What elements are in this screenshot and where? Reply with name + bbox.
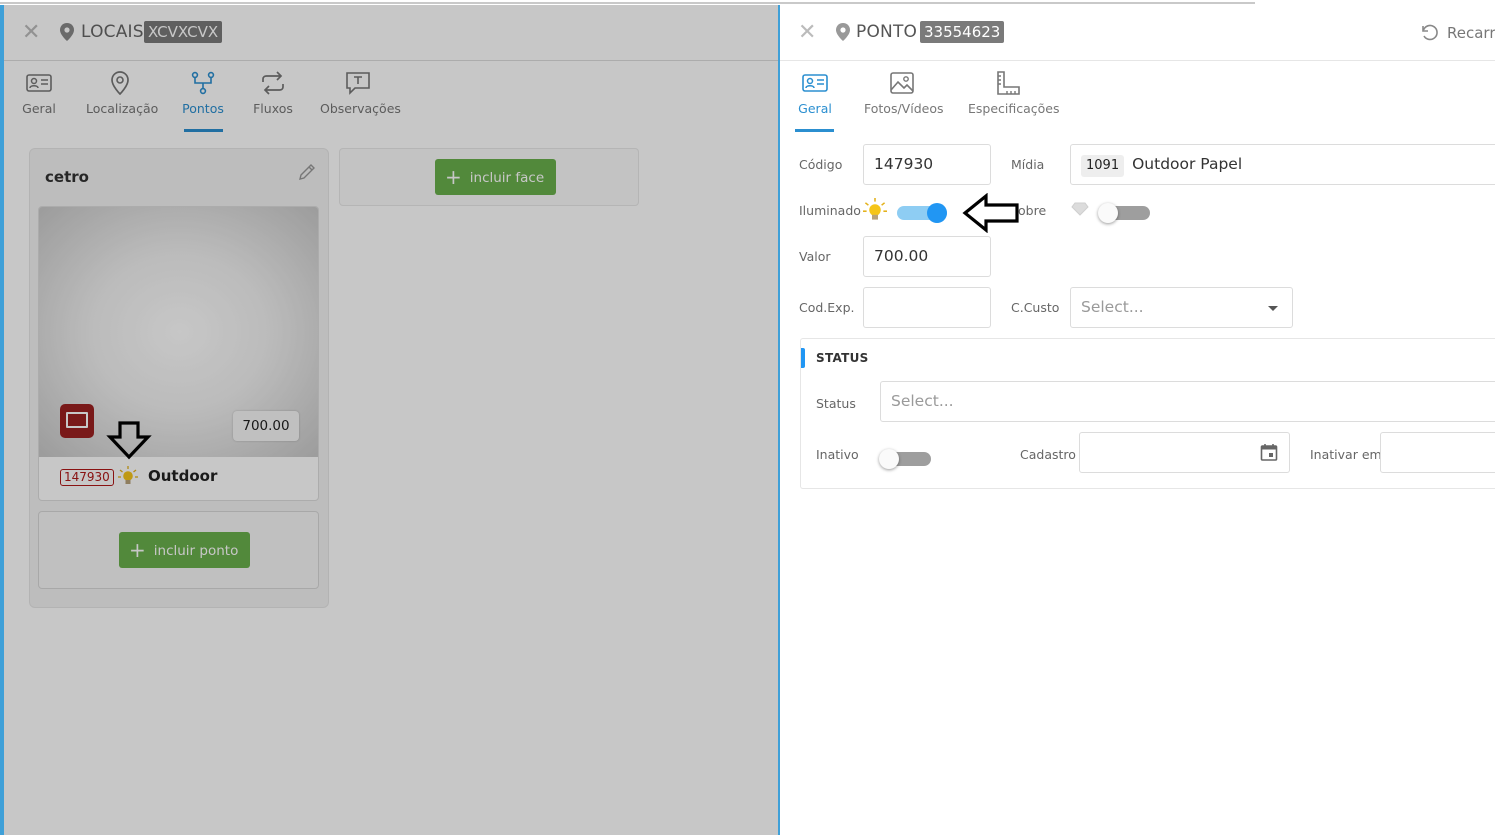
midia-code-badge: 1091	[1081, 155, 1125, 177]
status-select[interactable]: Select...	[880, 381, 1495, 422]
nobre-label: obre	[1018, 203, 1047, 218]
cadastro-date-input[interactable]	[1079, 432, 1290, 473]
tab-observacoes[interactable]: Observações	[320, 71, 401, 116]
ruler-icon	[997, 71, 1020, 95]
inativar-label: Inativar em	[1310, 447, 1382, 462]
status-section-title: STATUS	[816, 351, 869, 365]
page-title: LOCAIS	[81, 22, 144, 42]
add-point-button[interactable]: + incluir ponto	[119, 532, 251, 568]
nobre-toggle[interactable]	[1098, 203, 1150, 223]
id-card-icon	[26, 74, 52, 92]
section-accent-bar	[801, 348, 805, 368]
tab-geral[interactable]: Geral	[18, 71, 60, 116]
tab-label: Especificações	[968, 101, 1060, 116]
calendar-icon[interactable]	[1260, 443, 1278, 461]
add-point-area: + incluir ponto	[38, 511, 319, 589]
nodes-icon	[191, 71, 215, 95]
ccusto-select[interactable]: Select...	[1070, 287, 1293, 328]
add-face-button[interactable]: + incluir face	[435, 159, 557, 195]
point-code-badge: 147930	[60, 469, 114, 486]
comment-icon	[346, 72, 370, 95]
codigo-label: Código	[799, 157, 843, 172]
inativo-toggle[interactable]	[879, 449, 931, 469]
iluminado-label: Iluminado	[799, 203, 861, 218]
add-face-label: incluir face	[469, 170, 545, 186]
map-pin-icon	[836, 23, 850, 41]
point-name: Outdoor	[148, 467, 218, 485]
tab-fotos-videos[interactable]: Fotos/Vídeos	[864, 71, 944, 116]
lightbulb-icon	[118, 466, 138, 484]
chevron-down-icon	[1268, 306, 1278, 311]
map-pin-icon	[111, 71, 129, 95]
ccusto-label: C.Custo	[1011, 300, 1060, 315]
toggle-knob	[927, 203, 947, 223]
locais-header: ✕ LOCAIS XCVXCVX	[4, 5, 778, 61]
close-icon[interactable]: ✕	[22, 22, 40, 44]
tab-label: Fotos/Vídeos	[864, 101, 944, 116]
toggle-knob	[879, 449, 899, 469]
reload-label: Recarre	[1447, 24, 1495, 42]
repeat-arrows-icon	[262, 71, 284, 95]
tab-especificacoes[interactable]: Especificações	[968, 71, 1060, 116]
arrow-down-annotation-icon	[106, 421, 152, 460]
arrow-left-annotation-icon	[962, 193, 1019, 233]
codexp-label: Cod.Exp.	[799, 300, 855, 315]
status-label: Status	[816, 396, 856, 411]
add-point-label: incluir ponto	[153, 543, 239, 559]
id-card-icon	[802, 74, 828, 92]
midia-label: Mídia	[1011, 157, 1045, 172]
point-card[interactable]: 700.00 147930 Outdoor	[38, 206, 319, 501]
tab-fluxos[interactable]: Fluxos	[252, 71, 294, 116]
status-section: STATUS Status Select... Inativo Cadastro…	[800, 338, 1495, 489]
tab-label: Localização	[86, 101, 159, 116]
tab-label: Geral	[798, 101, 832, 116]
tab-localizacao[interactable]: Localização	[86, 71, 158, 116]
midia-value: Outdoor Papel	[1132, 155, 1243, 173]
valor-label: Valor	[799, 249, 831, 264]
price-badge: 700.00	[233, 411, 299, 441]
inativar-date-input[interactable]	[1380, 432, 1495, 473]
tab-label: Fluxos	[253, 101, 293, 116]
progress-bar	[0, 2, 1255, 4]
add-face-area: + incluir face	[339, 148, 639, 206]
page-title: PONTO	[856, 22, 918, 42]
active-tab-indicator	[184, 129, 223, 132]
close-icon[interactable]: ✕	[798, 22, 816, 44]
tab-label: Observações	[320, 101, 401, 116]
lightbulb-icon	[863, 198, 887, 220]
ponto-panel: ✕ PONTO 33554623 Recarre Geral	[778, 5, 1495, 835]
tab-label: Pontos	[182, 101, 224, 116]
tab-label: Geral	[22, 101, 56, 116]
ponto-header: ✕ PONTO 33554623 Recarre	[780, 5, 1495, 61]
tab-pontos[interactable]: Pontos	[180, 71, 226, 116]
face-card: cetro 700.00 147930 Outdoor + incluir pon…	[29, 148, 329, 608]
active-tab-indicator	[795, 129, 834, 132]
inativo-label: Inativo	[816, 447, 859, 462]
diamond-icon	[1071, 202, 1089, 216]
ccusto-placeholder: Select...	[1081, 298, 1144, 316]
toggle-knob	[1098, 203, 1118, 223]
ponto-badge: 33554623	[920, 21, 1005, 43]
midia-select[interactable]: 1091 Outdoor Papel	[1070, 144, 1495, 185]
tab-geral[interactable]: Geral	[796, 71, 834, 116]
map-pin-icon	[60, 23, 74, 41]
reload-icon	[1422, 24, 1438, 41]
codigo-input[interactable]: 147930	[863, 144, 991, 185]
codexp-input[interactable]	[863, 287, 991, 328]
locais-badge: XCVXCVX	[144, 21, 223, 43]
valor-input[interactable]: 700.00	[863, 236, 991, 277]
billboard-icon	[60, 404, 94, 438]
face-title: cetro	[45, 168, 89, 186]
image-icon	[890, 72, 914, 94]
plus-icon: +	[445, 165, 462, 189]
status-placeholder: Select...	[891, 392, 954, 410]
pencil-icon[interactable]	[298, 163, 316, 181]
iluminado-toggle[interactable]	[897, 203, 947, 223]
plus-icon: +	[129, 538, 146, 562]
reload-button[interactable]: Recarre	[1419, 22, 1495, 42]
cadastro-label: Cadastro	[1020, 447, 1076, 462]
